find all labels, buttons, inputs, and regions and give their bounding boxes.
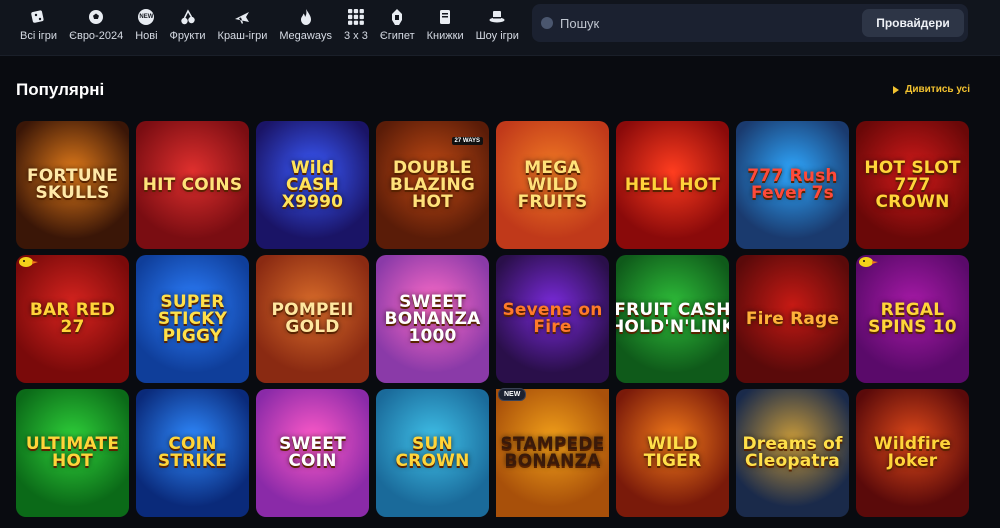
game-tile[interactable]: Wildfire Joker bbox=[856, 389, 969, 517]
game-tile[interactable]: SWEET BONANZA 1000 bbox=[376, 255, 489, 383]
category-4[interactable]: Краш-ігри bbox=[212, 4, 274, 48]
game-title: WILD TIGER bbox=[643, 434, 702, 471]
game-tile[interactable]: COIN STRIKE bbox=[136, 389, 249, 517]
game-title: Wildfire Joker bbox=[873, 434, 952, 471]
game-tile[interactable]: HELL HOT bbox=[616, 121, 729, 249]
category-7[interactable]: Єгипет bbox=[374, 4, 421, 48]
category-label: Фрукти bbox=[169, 30, 206, 42]
search-input[interactable] bbox=[560, 12, 880, 34]
game-title: STAMPEDE BONANZA bbox=[500, 434, 605, 471]
game-tile[interactable]: Dreams of Cleopatra bbox=[736, 389, 849, 517]
book-icon bbox=[435, 7, 455, 27]
category-2[interactable]: NEW Нові bbox=[129, 4, 163, 48]
game-title: SWEET BONANZA 1000 bbox=[384, 291, 481, 346]
category-8[interactable]: Книжки bbox=[421, 4, 470, 48]
category-label: Всі ігри bbox=[20, 30, 58, 42]
category-3[interactable]: Фрукти bbox=[164, 4, 212, 48]
category-0[interactable]: Всі ігри bbox=[14, 4, 63, 48]
duck-icon bbox=[858, 255, 878, 267]
game-title: Sevens on Fire bbox=[502, 300, 603, 337]
category-9[interactable]: Шоу ігри bbox=[470, 4, 525, 48]
providers-button[interactable]: Провайдери bbox=[862, 9, 964, 37]
game-title: POMPEII GOLD bbox=[271, 300, 354, 337]
game-tile[interactable]: ULTIMATE HOT bbox=[16, 389, 129, 517]
game-tile[interactable]: SWEET COIN bbox=[256, 389, 369, 517]
cherry-icon bbox=[178, 7, 198, 27]
game-tile[interactable]: Wild CASH X9990 bbox=[256, 121, 369, 249]
game-title: COIN STRIKE bbox=[157, 434, 228, 471]
see-all-link[interactable]: Дивитись усі bbox=[893, 84, 970, 95]
category-label: Megaways bbox=[279, 30, 332, 42]
game-title: FORTUNE SKULLS bbox=[26, 166, 119, 203]
show-hat-icon bbox=[487, 7, 507, 27]
new-badge-text: NEW bbox=[139, 14, 154, 20]
see-all-label: Дивитись усі bbox=[905, 84, 970, 95]
pharaoh-icon bbox=[387, 7, 407, 27]
game-title: BAR RED 27 bbox=[29, 300, 116, 337]
game-tile[interactable]: REGAL SPINS 10 bbox=[856, 255, 969, 383]
search-icon bbox=[541, 17, 553, 29]
play-icon bbox=[893, 85, 900, 94]
game-title: FRUIT CASH HOLD'N'LINK bbox=[616, 300, 729, 337]
category-label: Краш-ігри bbox=[217, 30, 268, 42]
game-tile[interactable]: Fire Rage bbox=[736, 255, 849, 383]
game-title: DOUBLE BLAZING HOT bbox=[389, 157, 476, 212]
game-title: HOT SLOT 777 CROWN bbox=[864, 157, 961, 212]
game-title: REGAL SPINS 10 bbox=[868, 300, 957, 337]
game-title: Wild CASH X9990 bbox=[281, 157, 344, 212]
game-tile[interactable]: HIT COINS bbox=[136, 121, 249, 249]
game-tile[interactable]: HOT SLOT 777 CROWN bbox=[856, 121, 969, 249]
game-title: HIT COINS bbox=[142, 174, 243, 195]
game-title: Fire Rage bbox=[745, 308, 840, 329]
game-title: SUPER STICKY PIGGY bbox=[157, 291, 228, 346]
new-badge: NEW bbox=[498, 388, 527, 401]
game-tile[interactable]: WILD TIGER bbox=[616, 389, 729, 517]
game-tile[interactable]: FRUIT CASH HOLD'N'LINK bbox=[616, 255, 729, 383]
grid-icon bbox=[346, 7, 366, 27]
new-badge-icon: NEW bbox=[136, 7, 156, 27]
game-title: 777 Rush Fever 7s bbox=[747, 166, 838, 203]
game-title: HELL HOT bbox=[624, 174, 721, 195]
game-tile[interactable]: DOUBLE BLAZING HOT 27 WAYS bbox=[376, 121, 489, 249]
game-title: SUN CROWN bbox=[395, 434, 470, 471]
category-5[interactable]: Megaways bbox=[273, 4, 338, 48]
game-tile[interactable]: STAMPEDE BONANZA NEW bbox=[496, 388, 609, 517]
football-icon bbox=[86, 7, 106, 27]
category-6[interactable]: 3 x 3 bbox=[338, 4, 374, 48]
game-title: MEGA WILD FRUITS bbox=[517, 157, 588, 212]
section-title: Популярні bbox=[16, 80, 105, 99]
category-1[interactable]: Євро-2024 bbox=[63, 4, 129, 48]
category-label: Шоу ігри bbox=[475, 30, 519, 42]
game-title: ULTIMATE HOT bbox=[25, 434, 120, 471]
search-bar: Провайдери bbox=[532, 4, 968, 42]
airplane-icon bbox=[232, 7, 252, 27]
category-label: Книжки bbox=[426, 30, 464, 42]
game-tile[interactable]: SUN CROWN bbox=[376, 389, 489, 517]
category-label: 3 x 3 bbox=[343, 30, 368, 42]
game-tile[interactable]: BAR RED 27 bbox=[16, 255, 129, 383]
ways-tag: 27 WAYS bbox=[451, 137, 483, 145]
games-grid: FORTUNE SKULLS HIT COINS Wild CASH X9990 DO… bbox=[16, 121, 969, 517]
game-tile[interactable]: MEGA WILD FRUITS bbox=[496, 121, 609, 249]
category-bar: Всі ігри Євро-2024 NEW Нові Фрукти Краш-ігри M… bbox=[14, 4, 525, 48]
duck-icon bbox=[18, 255, 38, 267]
dice-icon bbox=[29, 7, 49, 27]
top-navigation: Всі ігри Євро-2024 NEW Нові Фрукти Краш-ігри M… bbox=[0, 0, 1000, 56]
game-tile[interactable]: POMPEII GOLD bbox=[256, 255, 369, 383]
category-label: Єгипет bbox=[379, 30, 415, 42]
game-title: Dreams of Cleopatra bbox=[742, 434, 843, 471]
game-tile[interactable]: 777 Rush Fever 7s bbox=[736, 121, 849, 249]
game-tile[interactable]: SUPER STICKY PIGGY bbox=[136, 255, 249, 383]
game-tile[interactable]: FORTUNE SKULLS bbox=[16, 121, 129, 249]
game-title: SWEET COIN bbox=[279, 434, 346, 471]
category-label: Євро-2024 bbox=[69, 30, 124, 42]
game-tile[interactable]: Sevens on Fire bbox=[496, 255, 609, 383]
flame-icon bbox=[296, 7, 316, 27]
category-label: Нові bbox=[135, 30, 158, 42]
